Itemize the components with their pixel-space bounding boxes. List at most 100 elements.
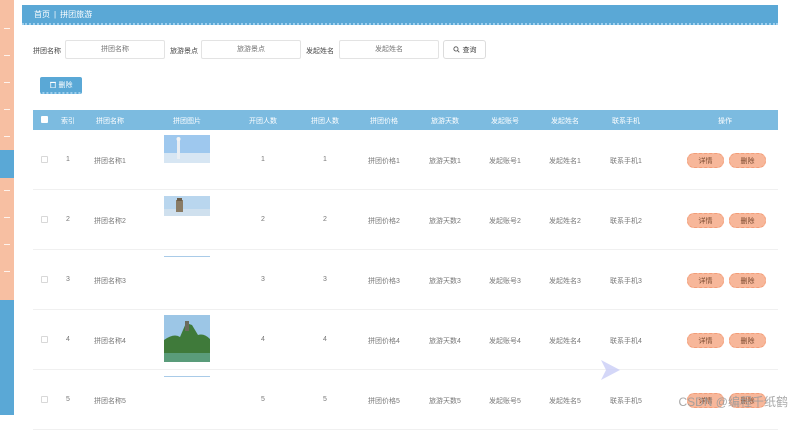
side-menu[interactable]	[0, 0, 14, 415]
row-group-name: 拼团名称5	[94, 398, 126, 405]
row-open-count: 5	[261, 396, 265, 403]
row-checkbox[interactable]	[41, 336, 48, 343]
group-tour-table: 索引 拼团名称 拼团图片 开团人数 拼团人数 拼团价格 旅游天数 发起账号 发起…	[33, 110, 778, 430]
column-header: 操作	[718, 118, 732, 125]
row-phone: 联系手机3	[610, 278, 642, 285]
menu-tick	[4, 28, 10, 29]
table-row: 3 拼团名称3 3 3 拼团价格3 旅游天数3 发起账号3 发起姓名3 联系手机…	[33, 250, 778, 310]
row-initiator: 发起姓名1	[549, 158, 581, 165]
search-label-scenic-spot: 旅游景点	[170, 48, 198, 55]
side-menu-lower-item[interactable]	[0, 300, 14, 415]
column-header: 拼团名称	[96, 118, 124, 125]
breadcrumb: 首页 | 拼团旅游	[22, 5, 778, 25]
column-header: 开团人数	[249, 118, 277, 125]
row-initiator: 发起姓名2	[549, 218, 581, 225]
row-join-count: 3	[323, 276, 327, 283]
delete-button[interactable]: 删除	[729, 333, 766, 348]
row-phone: 联系手机5	[610, 398, 642, 405]
detail-button[interactable]: 详情	[687, 333, 724, 348]
row-open-count: 1	[261, 156, 265, 163]
row-account: 发起账号2	[489, 218, 521, 225]
row-join-count: 4	[323, 336, 327, 343]
row-checkbox[interactable]	[41, 216, 48, 223]
row-price: 拼团价格2	[368, 218, 400, 225]
row-phone: 联系手机2	[610, 218, 642, 225]
delete-label: 删除	[740, 277, 755, 285]
breadcrumb-separator: |	[54, 9, 57, 19]
trash-icon	[49, 81, 56, 88]
search-button[interactable]: 查询	[443, 40, 486, 59]
table-row: 4 拼团名称4 4 4 拼团价格4 旅游天数4 发起账号4 发起姓名4 联系手机…	[33, 310, 778, 370]
detail-button[interactable]: 详情	[687, 213, 724, 228]
table-row: 2 拼团名称2 2 2 拼团价格2 旅游天数2 发起账号2 发起姓名2 联系手机…	[33, 190, 778, 250]
menu-tick	[4, 190, 10, 191]
row-checkbox[interactable]	[41, 396, 48, 403]
column-header: 发起姓名	[551, 118, 579, 125]
row-phone: 联系手机1	[610, 158, 642, 165]
menu-tick	[4, 244, 10, 245]
breadcrumb-home[interactable]: 首页	[34, 9, 50, 20]
column-header: 索引	[61, 118, 75, 125]
row-account: 发起账号1	[489, 158, 521, 165]
initiator-name-input[interactable]	[339, 40, 439, 59]
search-label-group-name: 拼团名称	[33, 48, 61, 55]
row-group-name: 拼团名称1	[94, 158, 126, 165]
row-price: 拼团价格5	[368, 398, 400, 405]
batch-delete-button[interactable]: 删除	[40, 77, 82, 94]
row-join-count: 1	[323, 156, 327, 163]
row-initiator: 发起姓名5	[549, 398, 581, 405]
row-checkbox[interactable]	[41, 156, 48, 163]
row-open-count: 3	[261, 276, 265, 283]
scenic-spot-input[interactable]	[201, 40, 301, 59]
row-group-name: 拼团名称4	[94, 338, 126, 345]
row-checkbox[interactable]	[41, 276, 48, 283]
row-index: 3	[66, 276, 70, 283]
row-price: 拼团价格1	[368, 158, 400, 165]
group-image	[164, 374, 210, 377]
row-initiator: 发起姓名4	[549, 338, 581, 345]
row-days: 旅游天数3	[429, 278, 461, 285]
column-header: 拼团图片	[173, 118, 201, 125]
column-header: 拼团价格	[370, 118, 398, 125]
row-phone: 联系手机4	[610, 338, 642, 345]
delete-button[interactable]: 删除	[729, 153, 766, 168]
side-menu-active-item[interactable]	[0, 150, 14, 178]
select-all-checkbox[interactable]	[41, 116, 48, 123]
column-header: 旅游天数	[431, 118, 459, 125]
row-join-count: 5	[323, 396, 327, 403]
row-join-count: 2	[323, 216, 327, 223]
detail-button[interactable]: 详情	[687, 273, 724, 288]
row-days: 旅游天数2	[429, 218, 461, 225]
row-group-name: 拼团名称3	[94, 278, 126, 285]
row-days: 旅游天数4	[429, 338, 461, 345]
row-days: 旅游天数1	[429, 158, 461, 165]
delete-button[interactable]: 删除	[729, 273, 766, 288]
delete-button[interactable]: 删除	[729, 213, 766, 228]
detail-button[interactable]: 详情	[687, 153, 724, 168]
row-open-count: 4	[261, 336, 265, 343]
delete-label: 删除	[740, 337, 755, 345]
row-price: 拼团价格3	[368, 278, 400, 285]
detail-label: 详情	[698, 277, 713, 285]
group-image	[164, 315, 210, 362]
menu-tick	[4, 217, 10, 218]
row-index: 2	[66, 216, 70, 223]
search-label-initiator-name: 发起姓名	[306, 48, 334, 55]
search-icon	[452, 46, 460, 53]
table-header: 索引 拼团名称 拼团图片 开团人数 拼团人数 拼团价格 旅游天数 发起账号 发起…	[33, 110, 778, 130]
row-initiator: 发起姓名3	[549, 278, 581, 285]
row-index: 1	[66, 156, 70, 163]
row-group-name: 拼团名称2	[94, 218, 126, 225]
row-days: 旅游天数5	[429, 398, 461, 405]
detail-label: 详情	[698, 337, 713, 345]
menu-tick	[4, 55, 10, 56]
column-header: 联系手机	[612, 118, 640, 125]
table-row: 1 拼团名称1 1 1 拼团价格1 旅游天数1 发起账号1 发起姓名1 联系手机…	[33, 130, 778, 190]
group-name-input[interactable]	[65, 40, 165, 59]
column-header: 发起账号	[491, 118, 519, 125]
menu-tick	[4, 109, 10, 110]
menu-tick	[4, 136, 10, 137]
row-price: 拼团价格4	[368, 338, 400, 345]
row-account: 发起账号3	[489, 278, 521, 285]
watermark-logo-icon	[601, 360, 620, 380]
